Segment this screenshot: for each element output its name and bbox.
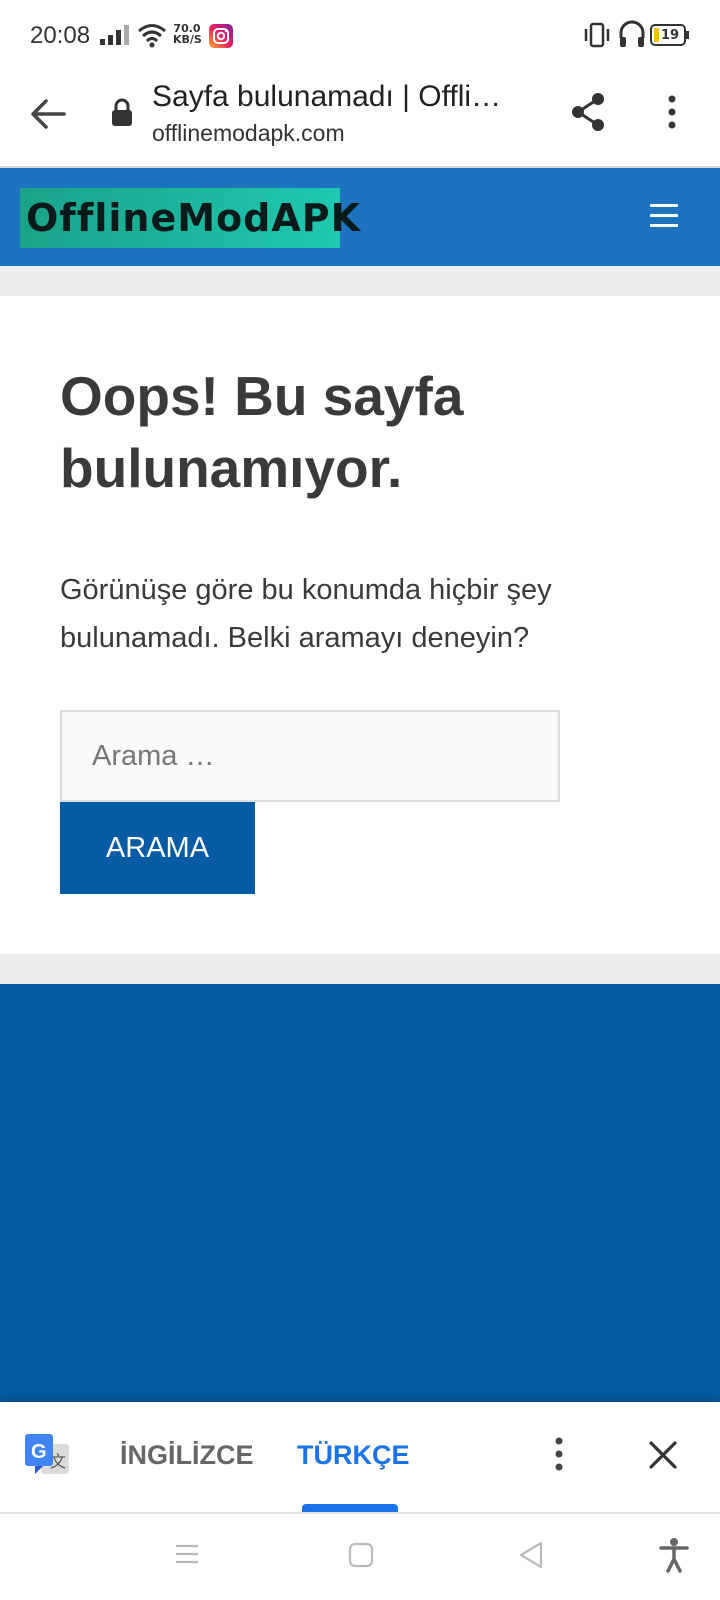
search-input[interactable]: [60, 710, 560, 802]
back-nav-icon[interactable]: [518, 1541, 544, 1569]
wifi-icon: [138, 24, 166, 48]
hamburger-menu-icon[interactable]: [650, 204, 680, 228]
site-footer: [0, 984, 720, 1402]
vibrate-icon: [584, 22, 610, 48]
network-speed: 70.0 KB/S: [173, 23, 202, 46]
signal-icon: [100, 25, 129, 45]
google-translate-icon: 文 G: [25, 1434, 69, 1474]
back-arrow-icon[interactable]: [28, 94, 68, 134]
battery-level: 19: [661, 27, 680, 43]
site-logo[interactable]: OfflineModAPK: [20, 188, 360, 248]
search-button[interactable]: ARAMA: [60, 802, 255, 894]
headphones-icon: [619, 20, 645, 47]
translate-more-icon[interactable]: [551, 1436, 567, 1472]
svg-text:G: G: [31, 1441, 47, 1463]
status-time: 20:08: [30, 22, 91, 49]
share-icon[interactable]: [568, 90, 608, 134]
recent-apps-icon[interactable]: [174, 1543, 200, 1565]
battery-tip: [686, 31, 689, 39]
home-icon[interactable]: [348, 1542, 374, 1568]
instagram-icon: [209, 24, 233, 48]
selected-language-indicator: [302, 1504, 398, 1512]
separator-band: [0, 266, 720, 296]
lock-icon[interactable]: [110, 98, 134, 128]
battery-icon: 19: [650, 24, 686, 46]
language-option-target[interactable]: TÜRKÇE: [297, 1440, 410, 1471]
close-icon[interactable]: [648, 1440, 678, 1470]
separator-band: [0, 954, 720, 984]
page-url[interactable]: offlinemodapk.com: [152, 120, 345, 147]
language-option-source[interactable]: İNGİLİZCE: [120, 1440, 254, 1471]
more-vert-icon[interactable]: [664, 94, 680, 130]
error-heading: Oops! Bu sayfa bulunamıyor.: [60, 365, 464, 499]
accessibility-icon[interactable]: [658, 1537, 690, 1573]
page-title[interactable]: Sayfa bulunamadı | Offli…: [152, 80, 522, 114]
error-description: Görünüşe göre bu konumda hiçbir şey bulu…: [60, 574, 552, 654]
network-speed-unit: KB/S: [173, 33, 202, 46]
